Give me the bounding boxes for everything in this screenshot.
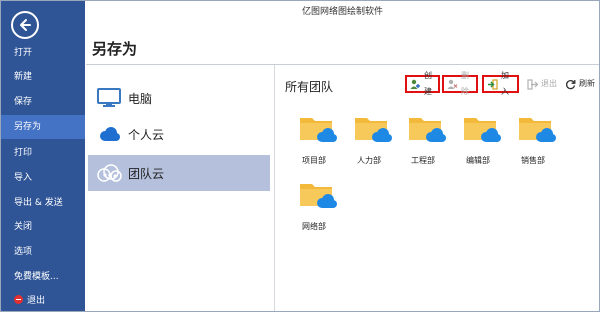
location-label: 个人云	[128, 127, 165, 142]
team-cloud-icon	[96, 162, 122, 184]
exit-icon	[14, 295, 23, 304]
sidebar-item-options[interactable]: 选项	[1, 240, 85, 264]
sidebar-item-export-send[interactable]: 导出 & 发送	[1, 191, 85, 215]
sidebar: 打开 新建 保存 另存为 打印 导入 导出 & 发送 关闭 选项 免費模板...…	[1, 1, 85, 311]
sidebar-item-exit-label: 退出	[27, 296, 46, 306]
folder-cloud-icon	[300, 118, 337, 142]
join-team-button[interactable]: 加入	[482, 71, 519, 96]
sidebar-item-save[interactable]: 保存	[1, 90, 85, 114]
folder-label: 项目部	[302, 156, 326, 165]
location-computer[interactable]: 电脑	[88, 80, 270, 116]
header-divider	[86, 64, 599, 65]
location-label: 电脑	[128, 91, 153, 106]
sidebar-item-free-templates[interactable]: 免費模板...	[1, 265, 85, 289]
panel-divider	[274, 65, 275, 311]
folder-cloud-icon	[519, 118, 556, 142]
leave-icon	[527, 78, 538, 90]
join-icon	[487, 78, 498, 90]
page-title: 另存为	[92, 40, 138, 58]
sidebar-item-new[interactable]: 新建	[1, 65, 85, 89]
folder-label: 编辑部	[466, 156, 490, 165]
folder-cloud-icon	[464, 118, 501, 142]
delete-team-button[interactable]: 删除	[442, 71, 478, 96]
location-team-cloud[interactable]: 团队云	[88, 155, 270, 191]
location-label: 团队云	[128, 166, 165, 181]
folder-cloud-icon	[300, 184, 337, 208]
folder-label: 网络部	[302, 222, 326, 231]
window-title: 亿图网络图绘制软件	[301, 7, 383, 17]
sidebar-item-print[interactable]: 打印	[1, 141, 85, 165]
monitor-icon	[96, 87, 122, 109]
folder-label: 人力部	[357, 156, 381, 165]
folder-label: 销售部	[521, 156, 545, 165]
sidebar-item-open[interactable]: 打开	[1, 41, 85, 65]
team-panel-title: 所有团队	[285, 80, 334, 94]
sidebar-item-import[interactable]: 导入	[1, 166, 85, 190]
folder-label: 工程部	[411, 156, 435, 165]
location-personal-cloud[interactable]: 个人云	[88, 116, 270, 152]
refresh-icon	[565, 79, 576, 90]
leave-team-button[interactable]: 退出	[524, 75, 560, 93]
remove-user-icon	[447, 79, 458, 90]
folder-cloud-icon	[409, 118, 446, 142]
back-arrow-icon[interactable]	[11, 11, 39, 39]
create-team-button[interactable]: 创建	[405, 71, 440, 96]
sidebar-item-exit[interactable]: 退出	[1, 289, 85, 313]
sidebar-item-save-as[interactable]: 另存为	[1, 115, 85, 139]
cloud-icon	[96, 123, 122, 145]
refresh-button[interactable]: 刷新	[562, 75, 598, 93]
sidebar-item-close[interactable]: 关闭	[1, 215, 85, 239]
add-user-icon	[410, 79, 421, 90]
folder-cloud-icon	[355, 118, 392, 142]
